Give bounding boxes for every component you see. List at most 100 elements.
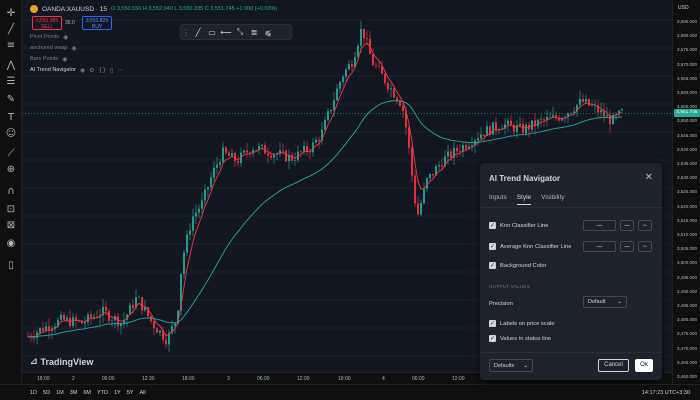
text-icon[interactable]: T [4, 110, 18, 124]
candle-body [324, 119, 326, 130]
eye-icon[interactable]: ◉ [4, 236, 18, 250]
range-1m[interactable]: 1M [56, 390, 64, 396]
legend-bars-points[interactable]: Bars Points ◉ [30, 55, 67, 63]
range-6m[interactable]: 6M [83, 390, 91, 396]
defaults-select[interactable]: Defaults ⌄ [489, 359, 533, 372]
candle-body [417, 203, 419, 215]
tab-visibility[interactable]: Visibility [541, 194, 564, 205]
eye-icon[interactable]: ◉ [63, 34, 68, 41]
delete-icon[interactable]: ▯ [110, 67, 113, 74]
range-3m[interactable]: 3M [70, 390, 78, 396]
lock-drawings-icon[interactable]: ⊠ [4, 218, 18, 232]
pitchfork-icon[interactable]: ⫹ [261, 25, 275, 39]
rectangle-icon[interactable]: ▭ [205, 25, 219, 39]
line-width-picker[interactable]: — [620, 220, 634, 231]
candle-body [42, 327, 44, 332]
range-ytd[interactable]: YTD [97, 390, 108, 396]
legend-pivot-points[interactable]: Pivot Points ◉ [30, 33, 68, 41]
pattern-icon[interactable]: ⋀ [4, 58, 18, 72]
eye-icon[interactable]: ◉ [71, 45, 76, 52]
settings-icon[interactable]: ⚙ [89, 67, 94, 74]
legend-label: Bars Points [30, 56, 59, 62]
price-tick: 3,525.000 [676, 189, 697, 195]
checkbox-checked-icon[interactable]: ✓ [489, 243, 496, 250]
tab-style[interactable]: Style [516, 194, 532, 205]
drag-handle-icon[interactable]: ⋮ [181, 25, 191, 39]
sell-button[interactable]: 3,551.385 SELL [32, 16, 62, 30]
cancel-button[interactable]: Cancel [598, 359, 629, 372]
line-color-picker[interactable]: — [583, 220, 616, 231]
close-icon[interactable]: ✕ [645, 172, 653, 183]
logo-text: TradingView [40, 357, 94, 367]
fib-icon[interactable]: ≣ [247, 25, 261, 39]
trash-icon[interactable]: ▯ [4, 258, 18, 272]
legend-ai-trend-navigator[interactable]: AI Trend Navigator ◉ ⚙ {} ▯ ⋯ [30, 66, 123, 74]
fib-icon[interactable]: ≡ [4, 38, 18, 52]
price-scale[interactable]: USD 3,585.000 3,580.000 3,575.000 3,570.000… [672, 0, 700, 384]
candle-body [429, 173, 431, 179]
status-line-row[interactable]: ✓ Values in status line [489, 335, 551, 342]
eye-icon[interactable]: ◉ [80, 67, 85, 74]
crosshair-icon[interactable]: ✛ [4, 6, 18, 20]
candle-body [138, 296, 140, 298]
candle-body [132, 304, 134, 309]
zoom-icon[interactable]: ⊕ [4, 162, 18, 176]
price-tick: 3,490.000 [676, 288, 697, 294]
candle-body [372, 53, 374, 66]
checkbox-checked-icon[interactable]: ✓ [489, 335, 496, 342]
source-code-icon[interactable]: {} [99, 67, 107, 74]
line-style-picker[interactable]: ∼ [638, 220, 652, 231]
candle-body [156, 328, 158, 333]
tab-inputs[interactable]: Inputs [489, 194, 507, 205]
candle-body [387, 82, 389, 90]
candle-body [270, 155, 272, 158]
arrow-down-icon[interactable]: ⤡ [233, 25, 247, 39]
bottom-bar: 1D 5D 1M 3M 6M YTD 1Y 5Y All 14:17:23 UT… [0, 384, 700, 400]
brush-icon[interactable]: ✎ [4, 92, 18, 106]
legend-label: Pivot Points [30, 34, 60, 40]
background-color-row[interactable]: ✓ Background Color [489, 262, 546, 269]
candle-body [195, 212, 197, 217]
eye-icon[interactable]: ◉ [62, 56, 67, 63]
precision-select[interactable]: Default ⌄ [583, 296, 627, 308]
line-width-picker[interactable]: — [620, 241, 634, 252]
checkbox-checked-icon[interactable]: ✓ [489, 262, 496, 269]
avg-knn-line-row[interactable]: ✓ Average Knn Classifier Line [489, 243, 571, 250]
candle-body [207, 187, 209, 190]
candle-body [495, 122, 497, 130]
checkbox-checked-icon[interactable]: ✓ [489, 222, 496, 229]
trend-line-icon[interactable]: ╱ [191, 25, 205, 39]
ruler-icon[interactable]: ⟋ [4, 146, 18, 160]
candle-body [213, 167, 215, 178]
legend-anchored-vwap[interactable]: anchored vwap ◉ [30, 44, 77, 52]
labels-on-scale-row[interactable]: ✓ Labels on price scale [489, 320, 554, 327]
candle-body [411, 147, 413, 176]
magnet-icon[interactable]: ∩ [4, 184, 18, 198]
more-icon[interactable]: ⋯ [117, 67, 123, 74]
range-5d[interactable]: 5D [43, 390, 50, 396]
trend-line-icon[interactable]: ╱ [4, 22, 18, 36]
candle-body [393, 88, 395, 98]
range-1y[interactable]: 1Y [114, 390, 121, 396]
range-all[interactable]: All [139, 390, 145, 396]
checkbox-checked-icon[interactable]: ✓ [489, 320, 496, 327]
candle-body [579, 98, 581, 105]
range-5y[interactable]: 5Y [127, 390, 134, 396]
emoji-icon[interactable]: ☺ [4, 126, 18, 140]
price-tick: 3,510.000 [676, 232, 697, 237]
horizontal-ray-icon[interactable]: ⟵ [219, 25, 233, 39]
buy-button[interactable]: 3,551.825 BUY [82, 16, 112, 30]
currency-button[interactable]: USD [678, 5, 689, 11]
lock-icon[interactable]: ⊡ [4, 202, 18, 216]
tradingview-logo[interactable]: ⊿ TradingView [30, 357, 93, 367]
line-color-picker[interactable]: — [583, 241, 616, 252]
candle-body [87, 314, 89, 323]
range-1d[interactable]: 1D [30, 390, 37, 396]
ok-button[interactable]: Ok [635, 359, 653, 372]
symbol-title[interactable]: OANDA:XAUUSD · 15 [42, 6, 107, 13]
fib-retracement-icon[interactable]: ☰ [4, 74, 18, 88]
clock[interactable]: 14:17:23 UTC+3:30 [642, 390, 690, 396]
line-style-picker[interactable]: ∼ [638, 241, 652, 252]
knn-line-row[interactable]: ✓ Knn Classifier Line [489, 222, 548, 229]
candle-body [336, 88, 338, 101]
